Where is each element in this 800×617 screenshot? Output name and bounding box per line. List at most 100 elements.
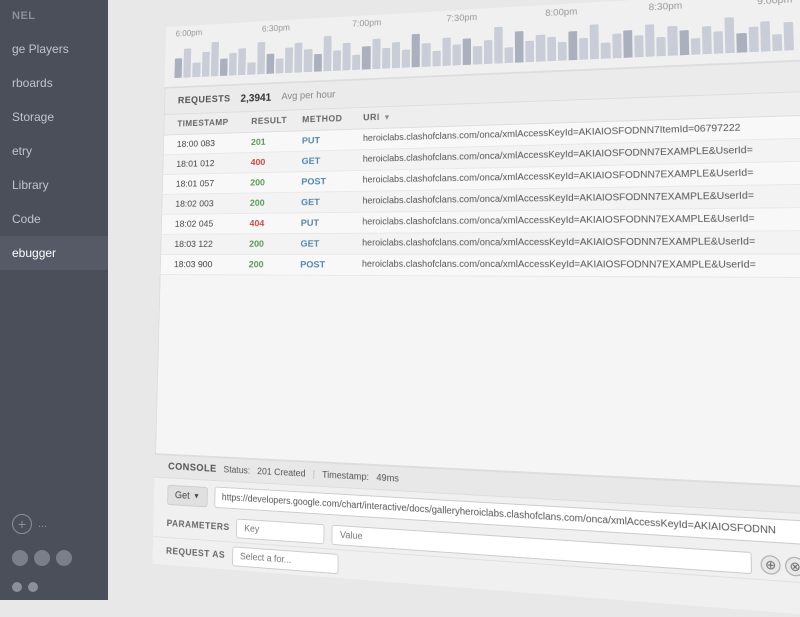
console-status-value: 201 Created	[257, 466, 305, 479]
chart-bar	[285, 47, 293, 73]
requests-avg: Avg per hour	[281, 89, 335, 102]
avatar-1	[12, 550, 28, 566]
cell-timestamp: 18:02 045	[175, 218, 250, 229]
method-label: Get	[175, 489, 190, 501]
sidebar-item-library[interactable]: Library	[0, 168, 108, 202]
requests-label: REQUESTS	[178, 94, 231, 106]
cell-timestamp: 18:03 900	[174, 259, 249, 270]
console-separator: |	[313, 469, 315, 480]
dot-1	[12, 582, 22, 592]
chart-bar	[362, 46, 370, 69]
chart-bar	[257, 42, 265, 74]
chart-bar	[211, 42, 219, 77]
cell-result: 200	[250, 177, 301, 189]
chart-bar	[601, 42, 610, 58]
cell-timestamp: 18:00 083	[177, 137, 251, 150]
chart-bar	[568, 31, 577, 60]
content-panel: 6:00pm 6:30pm 7:00pm 7:30pm 8:00pm 8:30p…	[152, 0, 800, 616]
cell-uri: heroiclabs.clashofclans.com/onca/xmlAcce…	[363, 167, 793, 186]
chart-bar	[294, 43, 302, 73]
param-key-input[interactable]	[236, 519, 324, 545]
sidebar-item-code[interactable]: Code	[0, 202, 108, 236]
chart-bar	[333, 50, 341, 71]
chart-bar	[748, 27, 758, 53]
cell-timestamp: 18:01 012	[176, 157, 250, 169]
sidebar-item-etry[interactable]: etry	[0, 134, 108, 168]
main-content: 6:00pm 6:30pm 7:00pm 7:30pm 8:00pm 8:30p…	[108, 0, 800, 600]
avatar-3	[56, 550, 72, 566]
col-method: METHOD	[302, 113, 363, 125]
chart-bar	[174, 58, 182, 78]
chart-label-3: 7:00pm	[352, 18, 381, 29]
dot-2	[28, 582, 38, 592]
chart-bar	[202, 52, 210, 77]
chart-bar	[323, 36, 331, 72]
cell-method: GET	[301, 196, 363, 208]
chart-bar	[314, 54, 322, 72]
chart-bar	[453, 44, 461, 65]
more-button[interactable]: ...	[38, 518, 47, 530]
request-as-input[interactable]	[232, 546, 339, 574]
table-rows: 18:00 083 201 PUT heroiclabs.clashofclan…	[161, 116, 800, 278]
cell-timestamp: 18:03 122	[174, 239, 249, 250]
chart-bar	[525, 41, 534, 63]
request-as-label: REQUEST AS	[166, 546, 226, 561]
console-timestamp-value: 49ms	[376, 472, 399, 484]
add-param-button[interactable]: ⊕	[760, 554, 780, 574]
sidebar-item-boards[interactable]: rboards	[0, 66, 108, 100]
cell-uri: heroiclabs.clashofclans.com/onca/xmlAcce…	[362, 259, 795, 271]
chart-bar	[343, 43, 351, 71]
sidebar-item-storage[interactable]: Storage	[0, 100, 108, 134]
chart-bar	[247, 62, 255, 74]
chart-bar	[657, 37, 667, 56]
chart-bar	[238, 48, 246, 75]
add-button[interactable]: +	[12, 514, 32, 534]
extra-dots	[0, 574, 108, 600]
chart-bar	[702, 26, 712, 54]
chart-bar	[558, 42, 567, 61]
uri-label: URI	[363, 113, 380, 123]
chart-bar	[183, 48, 191, 77]
sidebar-item-players[interactable]: ge Players	[0, 32, 108, 66]
cell-result: 400	[250, 156, 301, 168]
cell-method: GET	[302, 155, 363, 167]
cell-method: GET	[300, 238, 362, 249]
chart-label-5: 8:00pm	[545, 7, 577, 19]
chart-bar	[634, 35, 644, 57]
sidebar-header: NEL	[0, 0, 108, 32]
chart-bar	[220, 58, 228, 76]
chart-bar	[442, 38, 450, 66]
table-row[interactable]: 18:03 900 200 POST heroiclabs.clashofcla…	[161, 255, 800, 278]
chart-bar	[484, 40, 493, 64]
col-timestamp: TIMESTAMP	[177, 117, 251, 129]
col-result: RESULT	[251, 115, 302, 126]
chart-bar	[515, 31, 524, 63]
chart-bar	[463, 38, 472, 65]
requests-count: 2,3941	[240, 91, 271, 104]
cell-uri: heroiclabs.clashofclans.com/onca/xmlAcce…	[362, 190, 793, 207]
chart-bar	[737, 33, 747, 53]
remove-param-button[interactable]: ⊗	[785, 556, 800, 577]
chart-bar	[192, 62, 200, 77]
chart-bar	[590, 24, 599, 59]
requests-table: REQUESTS 2,3941 Avg per hour TIMESTAMP R…	[155, 60, 800, 487]
sidebar-item-debugger[interactable]: ebugger	[0, 236, 108, 270]
cell-result: 200	[249, 259, 301, 270]
chart-bar	[679, 30, 689, 55]
table-row[interactable]: 18:03 122 200 GET heroiclabs.clashofclan…	[161, 231, 800, 255]
chart-label-2: 6:30pm	[262, 23, 290, 34]
console-timestamp-label: Timestamp:	[322, 469, 369, 482]
uri-sort-icon[interactable]: ▼	[383, 113, 391, 121]
chart-bar	[784, 22, 795, 51]
chart-bar	[612, 33, 621, 58]
chart-bar	[725, 17, 735, 53]
chart-bar	[760, 21, 771, 52]
cell-uri: heroiclabs.clashofclans.com/onca/xmlAcce…	[362, 213, 794, 228]
console-label: CONSOLE	[168, 461, 217, 475]
chart-bar	[412, 34, 420, 68]
chart-bar	[432, 51, 440, 67]
method-select[interactable]: Get ▼	[167, 484, 207, 507]
chart-label-6: 8:30pm	[649, 1, 683, 13]
sidebar-actions: + ...	[0, 506, 108, 542]
cell-result: 200	[249, 239, 301, 250]
